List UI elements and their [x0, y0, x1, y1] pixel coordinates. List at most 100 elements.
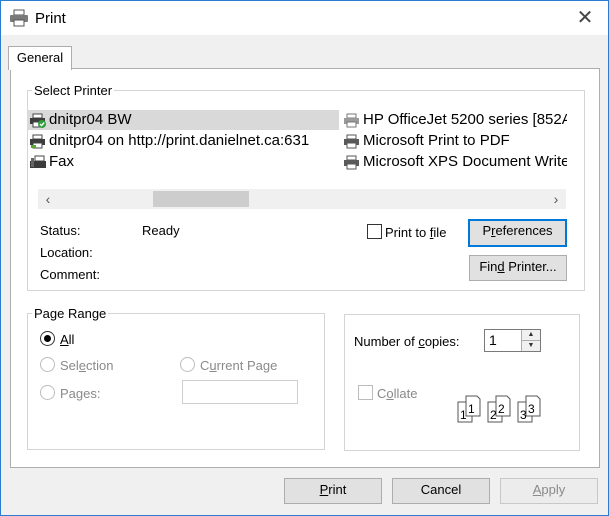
collate-page-set-3: 3 3: [517, 395, 541, 423]
print-to-file-text: Print to: [385, 225, 430, 240]
copies-value[interactable]: 1: [489, 332, 497, 348]
print-text: rint: [328, 482, 347, 497]
collate-page-number: 1: [460, 408, 467, 422]
collate-accesskey: o: [386, 386, 394, 401]
close-icon: ✕: [576, 7, 594, 29]
collate-page-number: 2: [490, 408, 497, 422]
page-range-group: Page Range: [27, 306, 325, 450]
arrow-up-icon: ▲: [527, 331, 535, 338]
cancel-button[interactable]: Cancel: [392, 478, 490, 504]
selection-text-end: ction: [86, 358, 114, 373]
printer-network-icon: [30, 134, 45, 149]
printer-item-label: dnitpr04 on http://print.danielnet.ca:63…: [49, 132, 310, 149]
printer-icon: [10, 9, 28, 27]
preferences-text: P: [482, 223, 492, 238]
current-page-text-end: rrent Page: [216, 358, 278, 373]
copies-label-text: Number of: [354, 334, 419, 349]
page-range-all-radio[interactable]: [40, 331, 55, 346]
location-label: Location:: [40, 245, 93, 260]
printer-icon: [344, 113, 359, 128]
arrow-down-icon: ▼: [527, 342, 535, 349]
collate-page-set-1: 1 1: [457, 395, 481, 423]
print-dialog: Print ✕ General Select Printer dnitpr04 …: [0, 0, 609, 516]
collate-illustration-icon: 1 1 2 2 3 3: [457, 395, 541, 423]
collate-page-number: 2: [498, 402, 505, 416]
all-text: ll: [68, 332, 75, 347]
page-range-current-page-radio[interactable]: [180, 357, 195, 372]
copies-spinner[interactable]: 1 ▲ ▼: [484, 329, 541, 352]
page-range-selection-radio[interactable]: [40, 357, 55, 372]
chevron-right-icon: ›: [553, 191, 559, 207]
preferences-button[interactable]: Preferences: [468, 219, 567, 247]
chevron-left-icon: ‹: [45, 191, 51, 207]
print-to-file-checkbox[interactable]: [367, 224, 382, 239]
collate-checkbox[interactable]: [358, 385, 373, 400]
status-value: Ready: [142, 223, 180, 238]
collate-page-number: 3: [520, 408, 527, 422]
pages-text: Pa: [60, 386, 76, 401]
printer-item-hp-officejet[interactable]: HP OfficeJet 5200 series [852A8: [341, 110, 567, 130]
apply-text: pply: [541, 482, 566, 497]
comment-label: Comment:: [40, 267, 100, 282]
page-range-all-label[interactable]: All: [60, 332, 74, 347]
printer-item-label: HP OfficeJet 5200 series [852A8: [363, 111, 567, 128]
printer-item-microsoft-xps[interactable]: Microsoft XPS Document Write: [341, 152, 567, 172]
printer-item-dnitpr04-bw[interactable]: dnitpr04 BW: [27, 110, 339, 130]
print-to-file-label[interactable]: Print to file: [385, 225, 446, 240]
page-range-current-page-label[interactable]: Current Page: [200, 358, 277, 373]
collate-text-end: llate: [393, 386, 418, 401]
copies-decrement-button[interactable]: ▼: [521, 340, 540, 351]
page-range-selection-label[interactable]: Selection: [60, 358, 114, 373]
print-button[interactable]: Print: [284, 478, 382, 504]
scroll-left-button[interactable]: ‹: [38, 189, 58, 209]
copies-increment-button[interactable]: ▲: [521, 330, 540, 340]
scroll-right-button[interactable]: ›: [546, 189, 566, 209]
apply-button[interactable]: Apply: [500, 478, 598, 504]
number-of-copies-label: Number of copies:: [354, 334, 460, 349]
collate-page-number: 3: [528, 402, 535, 416]
preferences-text-end: eferences: [495, 223, 553, 238]
all-accesskey: A: [60, 332, 69, 347]
fax-icon: [30, 155, 46, 168]
collate-page-set-2: 2 2: [487, 395, 511, 423]
find-printer-button[interactable]: Find Printer...: [469, 255, 567, 281]
printer-item-label: Microsoft XPS Document Write: [363, 153, 567, 170]
page-range-legend: Page Range: [34, 306, 107, 321]
printer-icon: [344, 134, 359, 149]
find-printer-accesskey: d: [497, 259, 505, 274]
status-label: Status:: [40, 223, 81, 238]
printer-item-dnitpr04-network[interactable]: dnitpr04 on http://print.danielnet.ca:63…: [27, 131, 339, 151]
pages-text-end: es:: [83, 386, 101, 401]
printer-item-fax[interactable]: Fax: [27, 152, 339, 172]
page-range-pages-label[interactable]: Pages:: [60, 386, 100, 401]
page-range-pages-radio[interactable]: [40, 385, 55, 400]
current-page-accesskey: u: [209, 358, 217, 373]
scrollbar-thumb[interactable]: [153, 191, 249, 207]
copies-label-text-end: opies:: [424, 334, 460, 349]
printer-list-scrollbar[interactable]: ‹ ›: [38, 189, 566, 209]
printer-item-label: dnitpr04 BW: [49, 111, 132, 128]
collate-text: C: [377, 386, 387, 401]
collate-label[interactable]: Collate: [377, 386, 417, 401]
pages-input[interactable]: [182, 380, 298, 404]
collate-page-number: 1: [468, 402, 475, 416]
find-printer-text-end: Printer...: [504, 259, 557, 274]
printer-icon: [344, 155, 359, 170]
printer-item-microsoft-print-to-pdf[interactable]: Microsoft Print to PDF: [341, 131, 567, 151]
current-page-text: C: [200, 358, 210, 373]
window-title: Print: [35, 10, 66, 27]
find-printer-text: Fin: [479, 259, 498, 274]
selection-text: Sel: [60, 358, 79, 373]
printer-item-label: Fax: [49, 153, 75, 170]
close-button[interactable]: ✕: [570, 5, 600, 31]
general-tab-panel: Select Printer dnitpr04 BW dnitpr04 on h…: [10, 68, 600, 468]
printer-list[interactable]: dnitpr04 BW dnitpr04 on http://print.dan…: [27, 107, 567, 179]
select-printer-legend: Select Printer: [34, 83, 113, 98]
title-bar[interactable]: Print ✕: [1, 1, 608, 35]
print-accesskey: P: [319, 482, 329, 497]
printer-default-icon: [30, 113, 46, 128]
selection-accesskey: e: [78, 358, 87, 373]
tab-general[interactable]: General: [8, 46, 72, 70]
printer-item-label: Microsoft Print to PDF: [363, 132, 510, 149]
radio-selected-dot: [44, 335, 51, 342]
